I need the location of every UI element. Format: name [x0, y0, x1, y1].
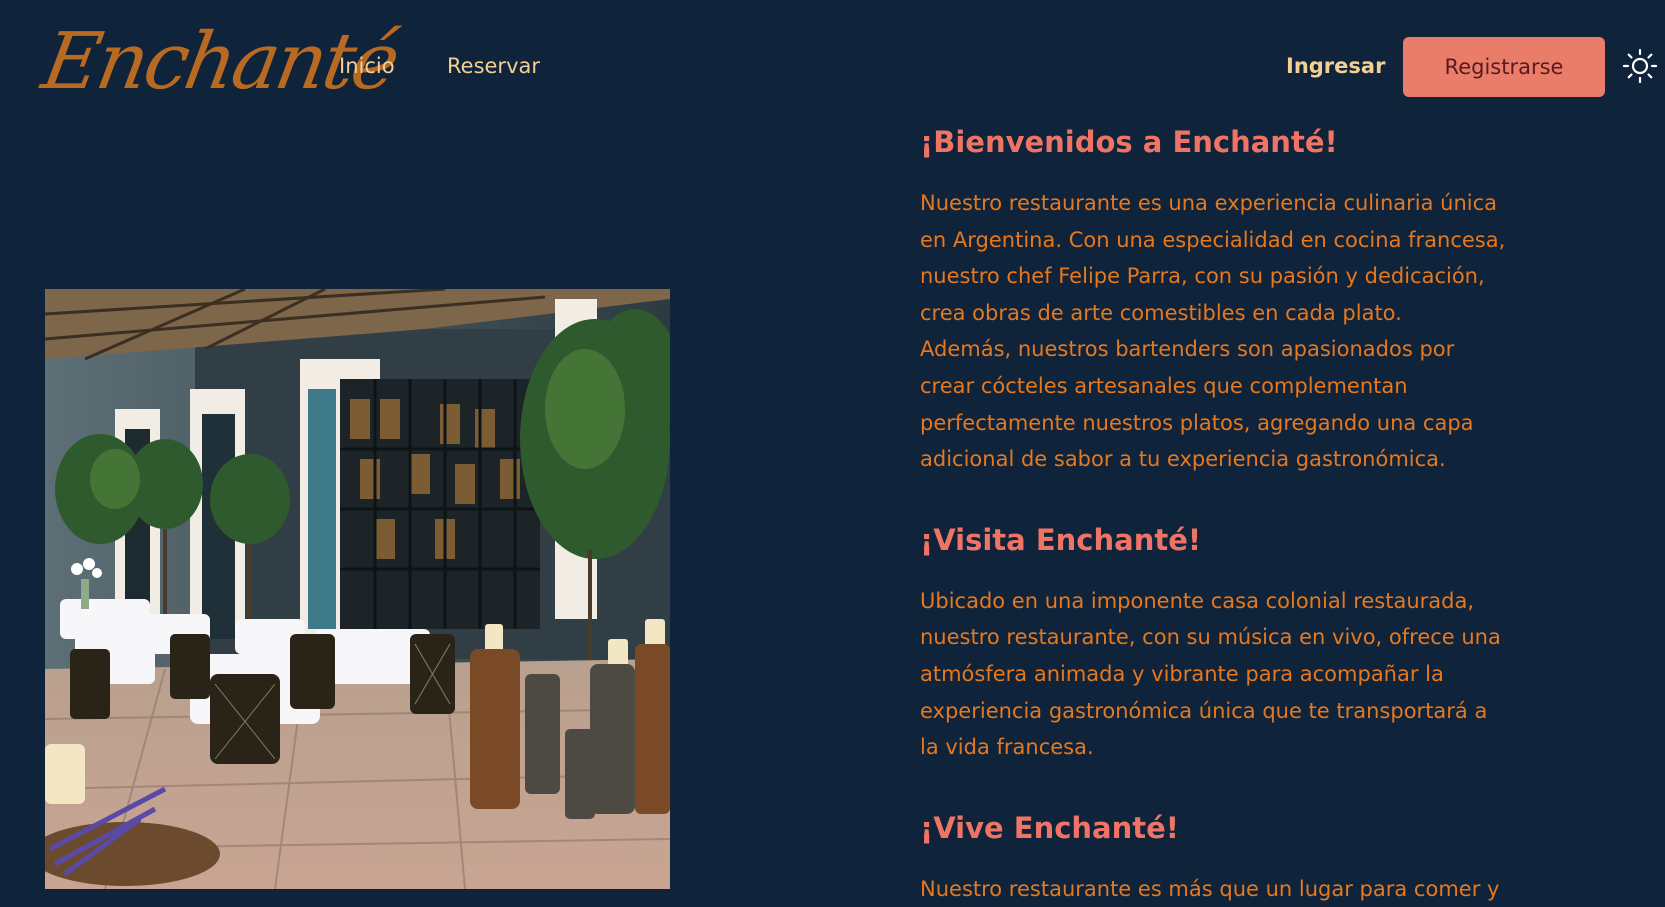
nav-link-reservar[interactable]: Reservar: [447, 52, 540, 80]
login-link[interactable]: Ingresar: [1286, 52, 1385, 80]
nav-link-inicio[interactable]: Inicio: [339, 52, 395, 80]
content-column: ¡Bienvenidos a Enchanté! Nuestro restaur…: [920, 118, 1520, 907]
visit-text: Ubicado en una imponente casa colonial r…: [920, 588, 1501, 760]
sun-icon[interactable]: [1622, 48, 1658, 84]
welcome-heading: ¡Bienvenidos a Enchanté!: [920, 125, 1338, 159]
live-text: Nuestro restaurante es más que un lugar …: [920, 876, 1500, 901]
restaurant-patio-image: [45, 289, 670, 889]
navbar: Enchanté Inicio Reservar Ingresar Regist…: [0, 0, 1665, 134]
visit-heading: ¡Visita Enchanté!: [920, 522, 1202, 557]
register-button[interactable]: Registrarse: [1403, 37, 1605, 97]
live-heading: ¡Vive Enchanté!: [920, 810, 1180, 845]
welcome-text: Nuestro restaurante es una experiencia c…: [920, 191, 1506, 472]
